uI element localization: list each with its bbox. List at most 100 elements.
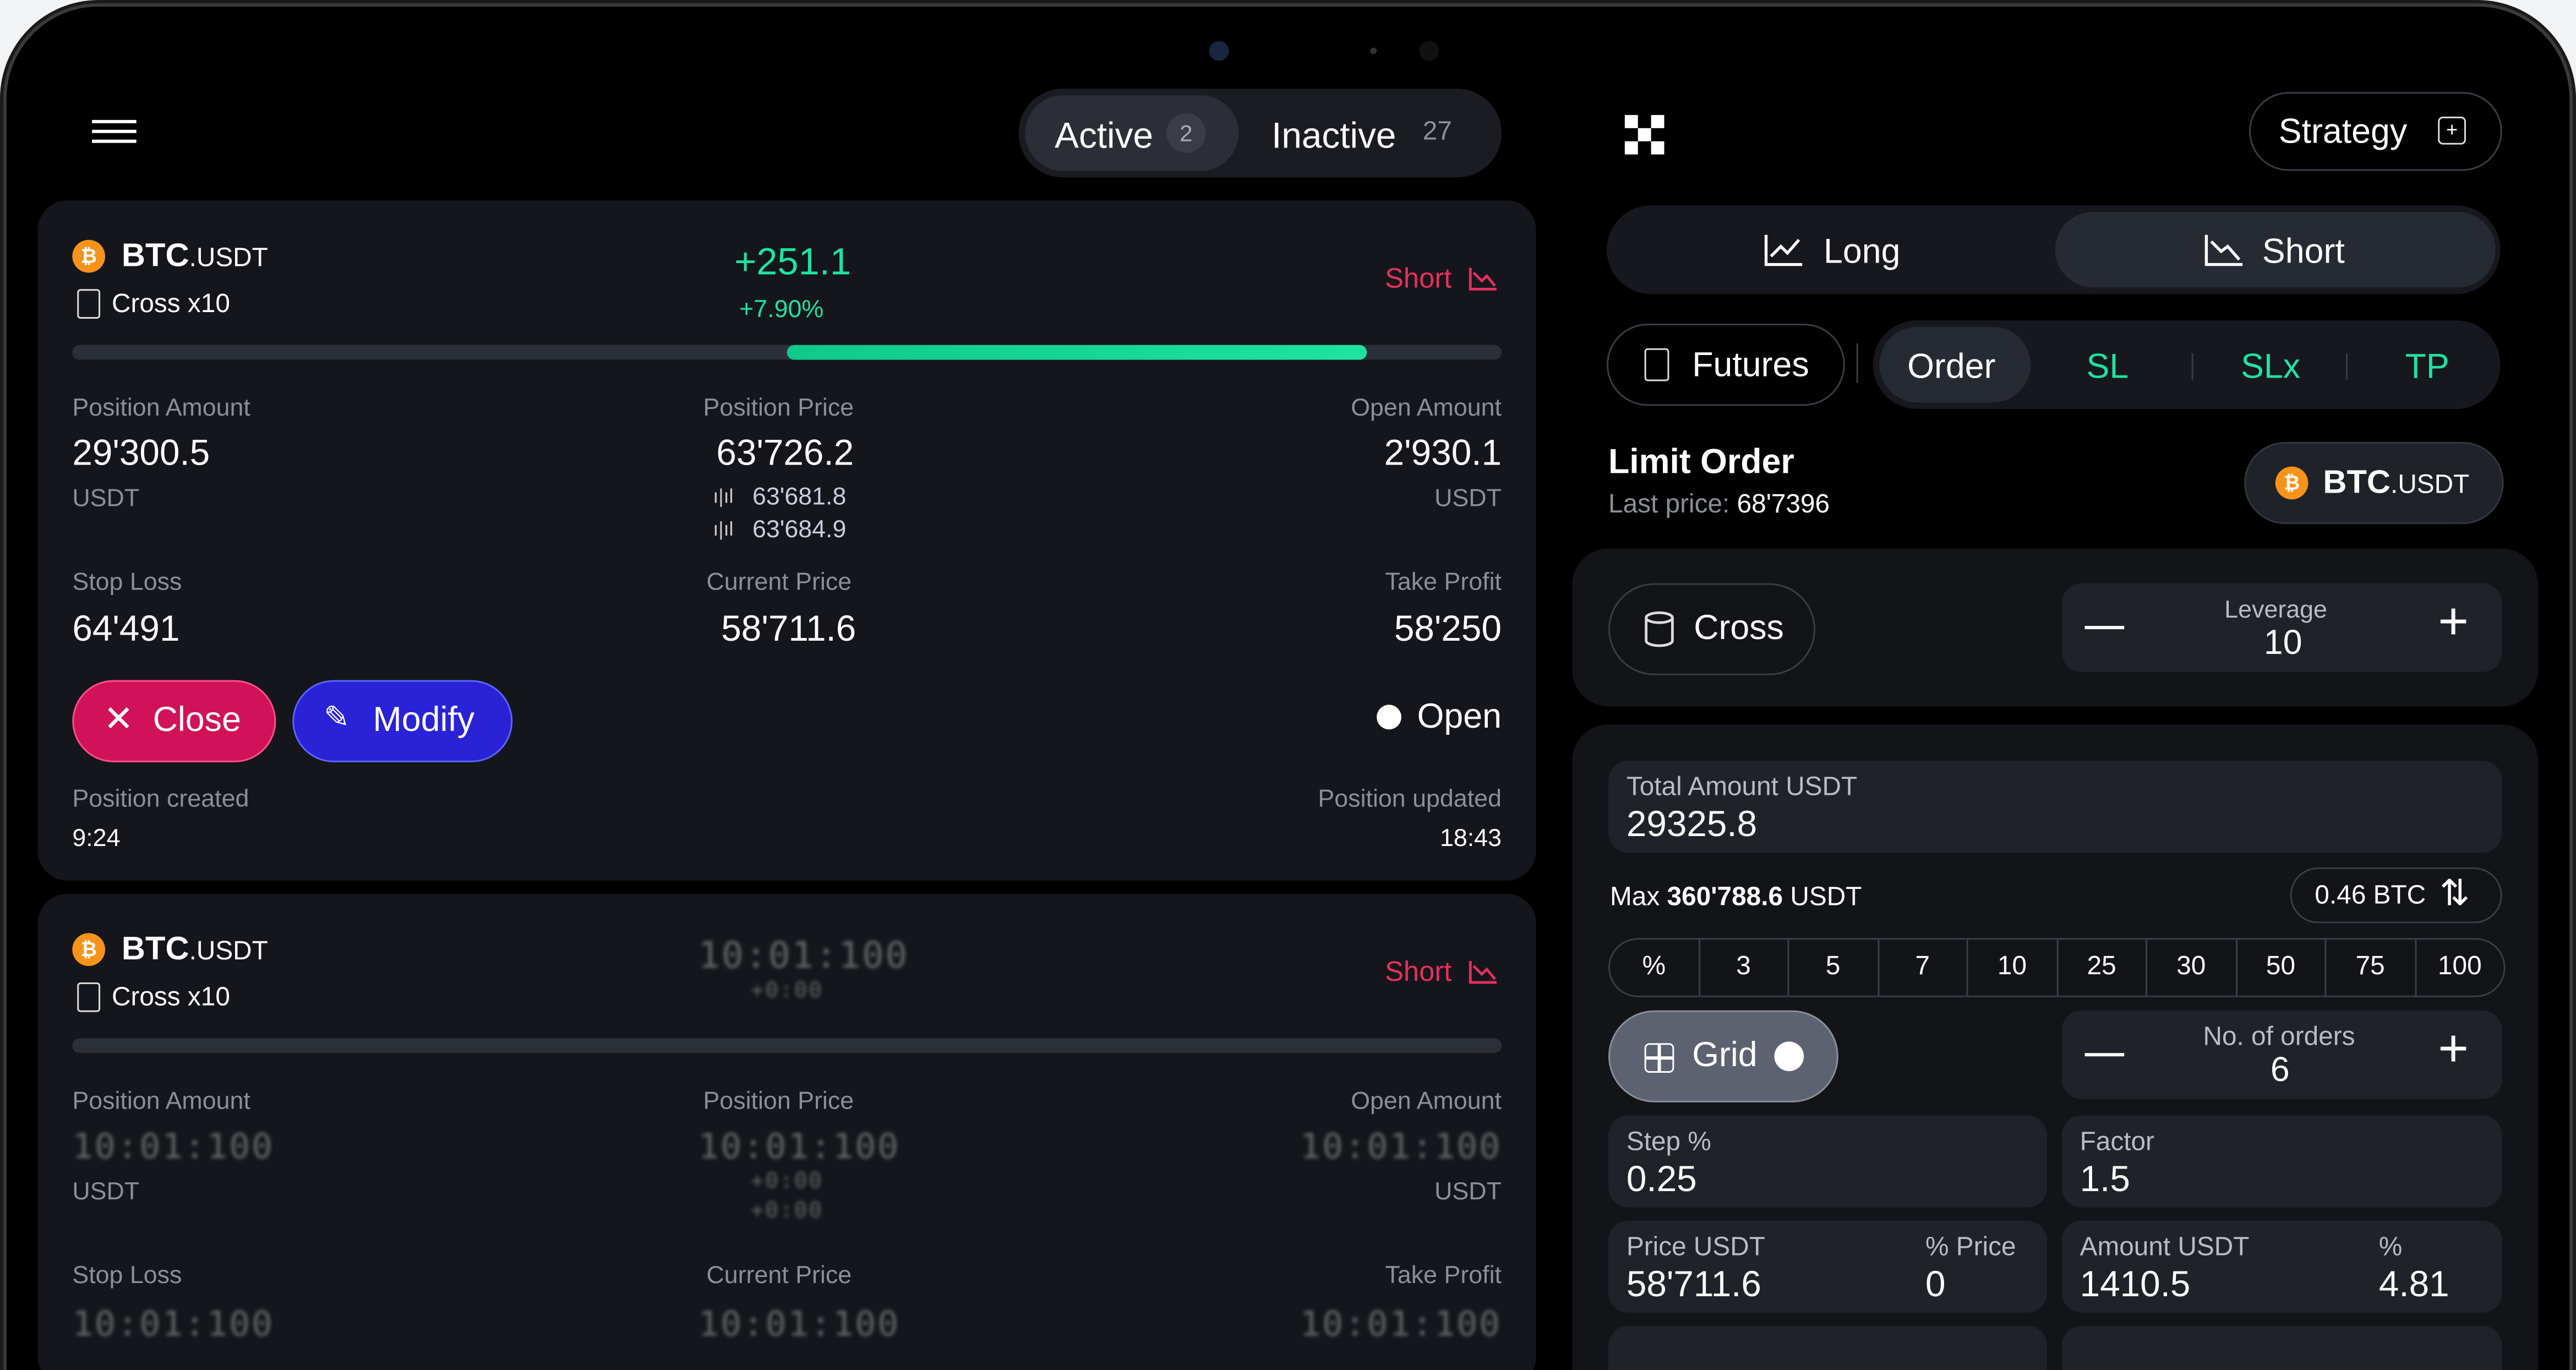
percent-option[interactable]: 100 — [2416, 940, 2504, 995]
factor-field[interactable]: Factor 1.5 — [2061, 1115, 2502, 1208]
current-price: 58'711.6 — [721, 608, 856, 649]
document-icon — [77, 982, 101, 1012]
pnl-value: +251.1 — [734, 239, 852, 283]
side-badge: Short — [1385, 956, 1498, 989]
take-profit-loading: 10:01:100 — [1300, 1304, 1502, 1344]
open-amount-unit: USDT — [1434, 1178, 1502, 1206]
tab-tp[interactable]: TP — [2405, 348, 2449, 388]
percent-option[interactable]: 7 — [1879, 940, 1968, 996]
orders-stepper[interactable]: No. of orders 6 + — [2061, 1010, 2502, 1099]
current-price-label: Current Price — [706, 1262, 852, 1290]
percent-unit-cell[interactable]: % — [1610, 940, 1700, 996]
close-button[interactable]: ✕ Close — [72, 680, 276, 762]
symbol: BTC.USDT — [122, 931, 268, 969]
open-amount: 2'930.1 — [1384, 432, 1502, 473]
next-field[interactable] — [2061, 1325, 2502, 1370]
btc-amount-toggle[interactable]: 0.46 BTC ⇅ — [2290, 867, 2502, 924]
amount-pct-label: % — [2378, 1233, 2403, 1262]
stop-loss-label: Stop Loss — [72, 568, 182, 597]
pair-button[interactable]: ₿ BTC.USDT — [2244, 441, 2504, 525]
amount-value: 1410.5 — [2080, 1263, 2191, 1304]
open-amount-label: Open Amount — [1351, 394, 1502, 423]
side-label: Short — [1385, 263, 1452, 294]
step-field[interactable]: Step % 0.25 — [1608, 1115, 2047, 1208]
tab-inactive[interactable]: Inactive 27 — [1265, 95, 1495, 171]
price-field[interactable]: Price USDT 58'711.6 % Price 0 — [1608, 1220, 2047, 1313]
margin-panel: Cross Leverage 10 + — [1572, 548, 2539, 707]
plus-icon[interactable]: + — [2438, 591, 2469, 652]
orders-value: 6 — [2270, 1051, 2290, 1089]
current-price-loading: 10:01:100 — [698, 1304, 900, 1344]
pair-quote: .USDT — [2391, 471, 2470, 500]
tab-sl[interactable]: SL — [2087, 348, 2129, 388]
last-price-label: Last price: — [1608, 491, 1730, 520]
position-card-loading: ₿ BTC.USDT Cross x10 10:01:100 +0:00 Sho… — [37, 893, 1536, 1370]
long-tab[interactable]: Long — [1607, 205, 2054, 294]
pair-base: BTC — [2323, 465, 2391, 501]
long-label: Long — [1824, 233, 1901, 271]
order-panel: Total Amount USDT 29325.8 Max 360'788.6 … — [1572, 724, 2539, 1370]
percent-option[interactable]: 5 — [1789, 940, 1879, 996]
percent-option[interactable]: 50 — [2237, 940, 2327, 996]
minus-icon[interactable] — [2084, 1053, 2125, 1057]
strategy-add-icon: + — [2438, 116, 2466, 145]
position-price-label: Position Price — [703, 394, 854, 423]
symbol-quote: .USDT — [189, 244, 268, 273]
percent-option[interactable]: 30 — [2147, 940, 2237, 996]
divider — [1856, 343, 1858, 383]
pnl-percent: +7.90% — [739, 296, 824, 324]
side-badge: Short — [1385, 263, 1498, 296]
menu-icon[interactable] — [92, 117, 138, 150]
strategy-button[interactable]: Strategy + — [2249, 92, 2502, 171]
cross-button[interactable]: Cross — [1608, 583, 1816, 675]
btc-amount: 0.46 BTC — [2315, 882, 2426, 910]
pct-price-label: % Price — [1925, 1233, 2016, 1262]
percent-option[interactable]: 75 — [2326, 940, 2416, 996]
plus-icon[interactable]: + — [2438, 1019, 2469, 1079]
amount-field[interactable]: Amount USDT 1410.5 % 4.81 — [2061, 1220, 2502, 1313]
camera-area — [1104, 36, 1498, 66]
futures-button[interactable]: Futures — [1607, 323, 1845, 406]
percent-option[interactable]: 3 — [1700, 940, 1789, 996]
status-indicator: Open — [1376, 698, 1502, 738]
chart-down-icon — [1469, 268, 1497, 291]
next-field[interactable] — [1608, 1325, 2047, 1370]
position-amount-unit: USDT — [72, 1178, 140, 1206]
position-amount-loading: 10:01:100 — [72, 1127, 274, 1167]
amount-pct-value: 4.81 — [2378, 1263, 2449, 1304]
short-tab[interactable]: Short — [2055, 212, 2496, 288]
grid-toggle[interactable]: Grid — [1608, 1010, 1838, 1102]
chart-up-icon — [1764, 234, 1803, 266]
open-amount-label: Open Amount — [1351, 1087, 1502, 1116]
percent-option[interactable]: 25 — [2057, 940, 2147, 996]
document-icon — [77, 289, 101, 319]
created-label: Position created — [72, 785, 249, 814]
pct-price-value: 0 — [1925, 1263, 1946, 1304]
tab-active[interactable]: Active 2 — [1025, 95, 1239, 171]
take-profit-label: Take Profit — [1385, 568, 1502, 597]
minus-icon[interactable] — [2084, 626, 2125, 630]
bitcoin-icon: ₿ — [2275, 466, 2308, 500]
price-label: Price USDT — [1626, 1233, 1765, 1262]
position-price-sub-loading: +0:00 — [751, 1199, 823, 1224]
bars-icon: ı|ıl — [713, 517, 734, 541]
pencil-icon: ✎ — [323, 701, 350, 736]
factor-value: 1.5 — [2080, 1158, 2130, 1199]
max-prefix: Max — [1609, 883, 1660, 912]
tab-slx[interactable]: SLx — [2241, 348, 2300, 388]
position-price-loading: 10:01:100 — [698, 1127, 900, 1167]
chart-down-icon — [1469, 961, 1497, 984]
leverage-stepper[interactable]: Leverage 10 + — [2061, 583, 2502, 672]
updated-label: Position updated — [1318, 785, 1502, 814]
step-value: 0.25 — [1626, 1158, 1697, 1199]
modify-button[interactable]: ✎ Modify — [292, 680, 513, 762]
take-profit-label: Take Profit — [1385, 1262, 1502, 1290]
tab-order[interactable]: Order — [1879, 326, 2031, 403]
total-amount-field[interactable]: Total Amount USDT 29325.8 — [1608, 760, 2502, 853]
modify-button-label: Modify — [373, 701, 475, 740]
progress-fill — [787, 345, 1367, 360]
percent-option[interactable]: 10 — [1968, 940, 2058, 996]
tab-inactive-label: Inactive — [1271, 114, 1396, 156]
symbol-base: BTC — [121, 931, 189, 968]
tab-inactive-count: 27 — [1422, 118, 1452, 146]
